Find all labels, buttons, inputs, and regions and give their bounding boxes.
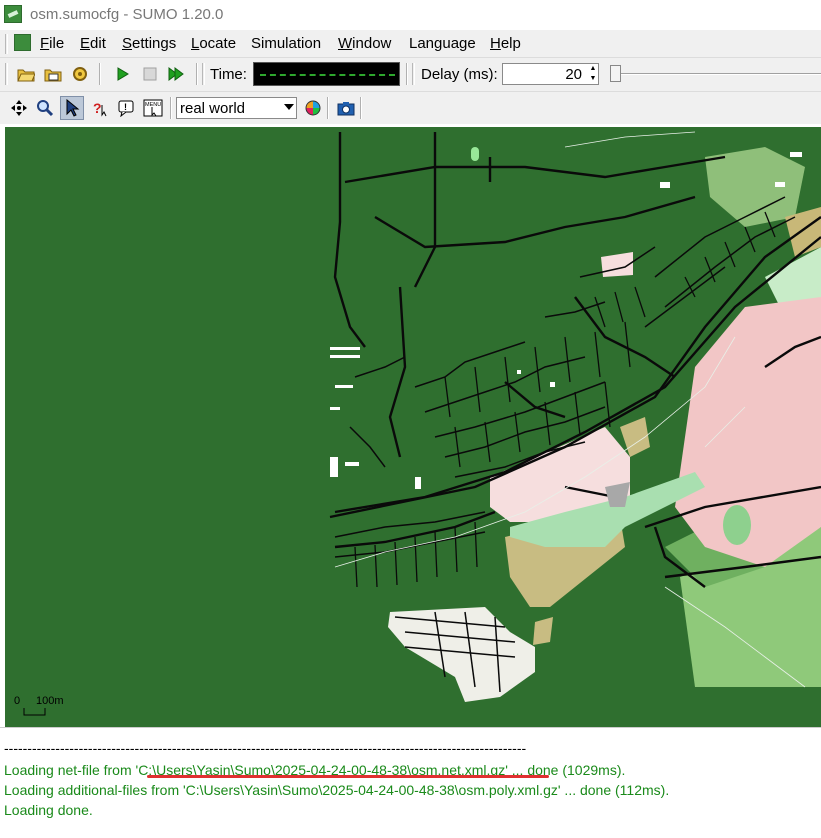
title-bar: osm.sumocfg - SUMO 1.20.0 — [0, 0, 821, 30]
scale-zero-label: 0 — [14, 695, 21, 707]
menu-bar: File Edit Settings Locate Simulation Win… — [0, 30, 821, 58]
toolbar-grip[interactable] — [5, 63, 8, 85]
recenter-icon[interactable] — [7, 96, 31, 120]
network-map-view[interactable]: 0 100m — [5, 127, 821, 727]
color-scheme-value: real world — [180, 100, 246, 117]
menu-locate[interactable]: Locate — [191, 35, 236, 52]
tooltip-icon[interactable]: ! — [114, 96, 138, 120]
color-scheme-select[interactable]: real world — [176, 97, 297, 119]
menu-file[interactable]: File — [40, 35, 64, 52]
log-line-additional: Loading additional-files from 'C:\Users\… — [4, 782, 670, 798]
sports-field — [723, 505, 751, 545]
log-line-done: Loading done. — [4, 802, 93, 818]
delay-spinner[interactable]: ▲ ▼ — [588, 64, 598, 84]
menu-language[interactable]: Language — [409, 35, 476, 52]
svg-text:?: ? — [93, 100, 102, 116]
open-folder-icon[interactable] — [14, 62, 38, 86]
svg-text:!: ! — [124, 102, 127, 112]
reload-icon[interactable] — [68, 62, 92, 86]
menu-edit[interactable]: Edit — [80, 35, 106, 52]
menu-grip[interactable] — [5, 34, 8, 54]
menu-simulation[interactable]: Simulation — [251, 35, 321, 52]
document-icon[interactable] — [14, 34, 31, 51]
window-title: osm.sumocfg - SUMO 1.20.0 — [30, 6, 224, 23]
farmland-area — [533, 617, 553, 645]
toolbar-separator — [360, 97, 362, 119]
step-icon[interactable] — [164, 62, 188, 86]
svg-text:MENU: MENU — [145, 102, 161, 108]
menu-window[interactable]: Window — [338, 35, 391, 52]
menu-help[interactable]: Help — [490, 35, 521, 52]
delay-slider[interactable] — [617, 73, 821, 75]
view-toolbar: ? ! MENU real world — [0, 92, 821, 124]
sumo-app-icon — [4, 5, 22, 23]
stop-icon[interactable] — [138, 62, 162, 86]
time-label: Time: — [210, 66, 247, 83]
camera-icon[interactable] — [334, 96, 358, 120]
toolbar-separator — [170, 97, 172, 119]
help-locate-icon[interactable]: ? — [87, 96, 111, 120]
menu-icon[interactable]: MENU — [141, 96, 165, 120]
simulation-toolbar: Time: Delay (ms): 20 ▲ ▼ — [0, 58, 821, 92]
scale-distance-label: 100m — [36, 695, 64, 707]
delay-slider-thumb[interactable] — [610, 65, 621, 82]
menu-settings[interactable]: Settings — [122, 35, 176, 52]
delay-input[interactable]: 20 — [502, 63, 599, 85]
zoom-icon[interactable] — [33, 96, 57, 120]
toolbar-separator — [327, 97, 329, 119]
road-network — [329, 131, 821, 702]
toolbar-separator — [406, 63, 408, 85]
open-network-icon[interactable] — [41, 62, 65, 86]
delay-label: Delay (ms): — [421, 66, 498, 83]
toolbar-grip[interactable] — [412, 63, 415, 85]
scale-bar — [23, 708, 46, 716]
toolbar-separator — [99, 63, 101, 85]
message-log[interactable]: ----------------------------------------… — [0, 727, 821, 838]
run-icon[interactable] — [110, 62, 134, 86]
chevron-down-icon — [284, 104, 294, 110]
annotation-underline — [147, 775, 549, 778]
toolbar-separator — [196, 63, 198, 85]
time-display — [253, 62, 400, 86]
toolbar-grip[interactable] — [202, 63, 205, 85]
pointer-icon[interactable] — [60, 96, 84, 120]
color-wheel-icon[interactable] — [301, 96, 325, 120]
log-separator: ----------------------------------------… — [4, 740, 527, 756]
residential-area — [388, 607, 535, 702]
